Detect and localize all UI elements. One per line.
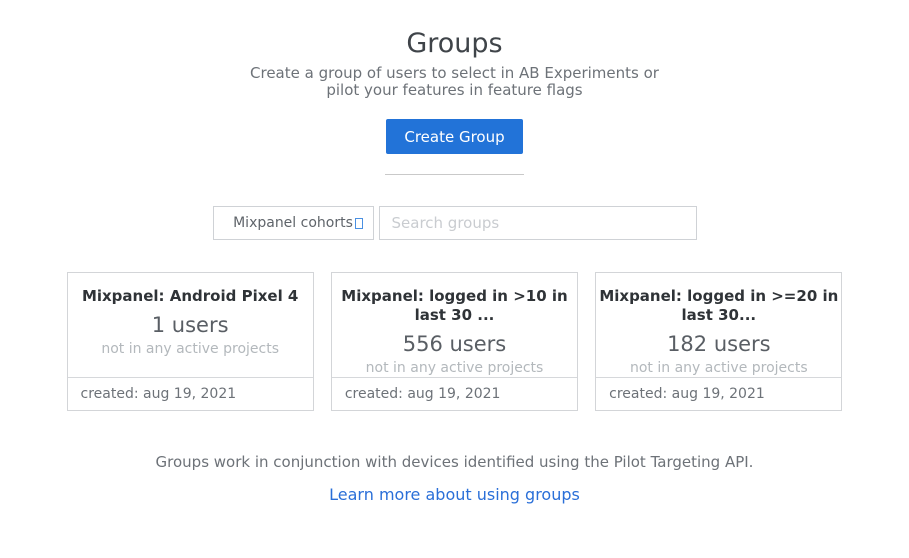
page-subtitle: Create a group of users to select in AB … xyxy=(0,65,909,99)
page-subtitle-line-2: pilot your features in feature flags xyxy=(0,82,909,99)
group-card-body: Mixpanel: logged in >10 in last 30 ... 5… xyxy=(332,273,577,377)
create-group-button[interactable]: Create Group xyxy=(386,119,523,154)
cohort-source-dropdown-label: Mixpanel cohorts xyxy=(233,215,353,231)
search-groups-input[interactable] xyxy=(379,206,697,240)
page-footer: Groups work in conjunction with devices … xyxy=(0,453,909,504)
cohort-source-dropdown[interactable]: Mixpanel cohorts xyxy=(213,206,374,240)
filter-controls: Mixpanel cohorts xyxy=(0,206,909,240)
group-card[interactable]: Mixpanel: logged in >=20 in last 30... 1… xyxy=(595,272,842,411)
group-card-body: Mixpanel: Android Pixel 4 1 users not in… xyxy=(68,273,313,377)
group-card[interactable]: Mixpanel: logged in >10 in last 30 ... 5… xyxy=(331,272,578,411)
group-card-created: created: aug 19, 2021 xyxy=(332,377,577,410)
group-card-title: Mixpanel: logged in >10 in last 30 ... xyxy=(332,287,577,325)
group-card-user-count: 1 users xyxy=(68,313,313,338)
group-card-note: not in any active projects xyxy=(68,341,313,357)
square-glyph-icon xyxy=(355,218,363,229)
page-header: Groups Create a group of users to select… xyxy=(0,0,909,175)
group-card-user-count: 556 users xyxy=(332,332,577,357)
group-card[interactable]: Mixpanel: Android Pixel 4 1 users not in… xyxy=(67,272,314,411)
page-title: Groups xyxy=(0,28,909,60)
group-card-created: created: aug 19, 2021 xyxy=(68,377,313,410)
group-card-note: not in any active projects xyxy=(596,360,841,376)
group-card-user-count: 182 users xyxy=(596,332,841,357)
footer-note: Groups work in conjunction with devices … xyxy=(0,453,909,471)
group-cards-row: Mixpanel: Android Pixel 4 1 users not in… xyxy=(67,272,843,411)
learn-more-link[interactable]: Learn more about using groups xyxy=(329,485,580,504)
group-card-title: Mixpanel: Android Pixel 4 xyxy=(68,287,313,306)
group-card-created: created: aug 19, 2021 xyxy=(596,377,841,410)
group-card-title: Mixpanel: logged in >=20 in last 30... xyxy=(596,287,841,325)
page-subtitle-line-1: Create a group of users to select in AB … xyxy=(0,65,909,82)
group-card-body: Mixpanel: logged in >=20 in last 30... 1… xyxy=(596,273,841,377)
header-divider xyxy=(385,174,524,175)
group-card-note: not in any active projects xyxy=(332,360,577,376)
